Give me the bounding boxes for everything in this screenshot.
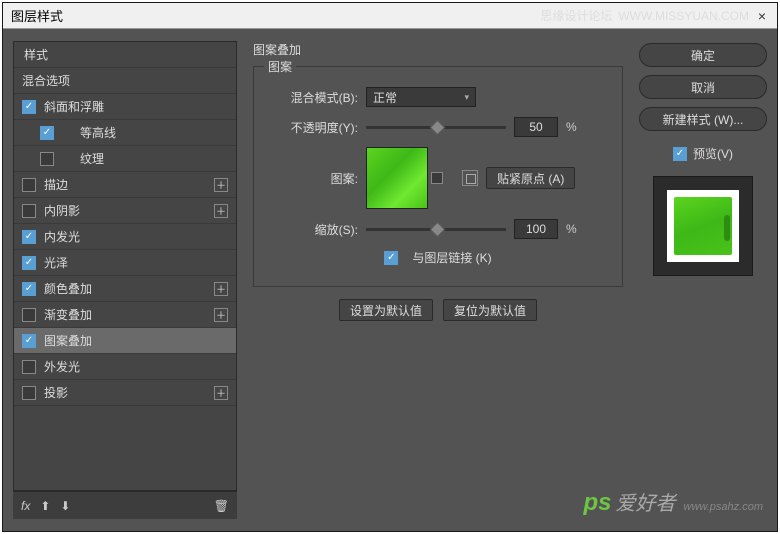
style-label: 颜色叠加 <box>44 280 214 297</box>
style-item-5[interactable]: ✓ 内发光 <box>14 224 236 250</box>
style-label: 描边 <box>44 176 214 193</box>
scale-unit: % <box>566 222 577 236</box>
style-label: 图案叠加 <box>44 332 228 349</box>
plus-icon[interactable]: ＋ <box>214 386 228 400</box>
style-checkbox[interactable] <box>22 308 36 322</box>
style-label: 内发光 <box>44 228 228 245</box>
scale-input[interactable]: 100 <box>514 219 558 239</box>
style-label: 光泽 <box>44 254 228 271</box>
style-item-2[interactable]: 纹理 <box>14 146 236 172</box>
opacity-input[interactable]: 50 <box>514 117 558 137</box>
set-default-button[interactable]: 设置为默认值 <box>339 299 433 321</box>
style-label: 纹理 <box>62 150 228 167</box>
preview-box <box>653 176 753 276</box>
style-checkbox[interactable]: ✓ <box>22 256 36 270</box>
blend-mode-label: 混合模式(B): <box>268 89 358 106</box>
fx-icon[interactable]: fx <box>21 499 30 513</box>
snap-origin-icon[interactable] <box>462 170 478 186</box>
style-item-9[interactable]: ✓ 图案叠加 <box>14 328 236 354</box>
style-item-11[interactable]: 投影＋ <box>14 380 236 406</box>
arrow-down-icon[interactable]: ⬇ <box>60 499 70 513</box>
preview-checkbox[interactable]: ✓ <box>673 147 687 161</box>
style-label: 内阴影 <box>44 202 214 219</box>
style-label: 等高线 <box>62 124 228 141</box>
styles-header: 样式 <box>14 42 236 68</box>
style-item-8[interactable]: 渐变叠加＋ <box>14 302 236 328</box>
style-item-7[interactable]: ✓ 颜色叠加＋ <box>14 276 236 302</box>
scale-label: 缩放(S): <box>268 221 358 238</box>
style-checkbox[interactable] <box>22 386 36 400</box>
style-label: 投影 <box>44 384 214 401</box>
style-checkbox[interactable] <box>40 152 54 166</box>
close-icon[interactable]: × <box>755 9 769 23</box>
style-item-6[interactable]: ✓ 光泽 <box>14 250 236 276</box>
scale-slider[interactable] <box>366 221 506 237</box>
snap-origin-button[interactable]: 贴紧原点 (A) <box>486 167 575 189</box>
ok-button[interactable]: 确定 <box>639 43 767 67</box>
opacity-unit: % <box>566 120 577 134</box>
style-checkbox[interactable]: ✓ <box>22 230 36 244</box>
reset-default-button[interactable]: 复位为默认值 <box>443 299 537 321</box>
style-checkbox[interactable] <box>22 360 36 374</box>
style-item-10[interactable]: 外发光 <box>14 354 236 380</box>
blend-mode-select[interactable]: 正常 ▾ <box>366 87 476 107</box>
plus-icon[interactable]: ＋ <box>214 308 228 322</box>
blend-options-label: 混合选项 <box>22 72 228 89</box>
style-item-4[interactable]: 内阴影＋ <box>14 198 236 224</box>
chevron-down-icon: ▾ <box>464 92 469 103</box>
style-label: 外发光 <box>44 358 228 375</box>
style-label: 斜面和浮雕 <box>44 98 228 115</box>
style-checkbox[interactable]: ✓ <box>22 100 36 114</box>
style-checkbox[interactable]: ✓ <box>40 126 54 140</box>
cancel-button[interactable]: 取消 <box>639 75 767 99</box>
arrow-up-icon[interactable]: ⬆ <box>40 499 50 513</box>
forum-text: 思缘设计论坛 <box>540 7 612 24</box>
plus-icon[interactable]: ＋ <box>214 178 228 192</box>
opacity-label: 不透明度(Y): <box>268 119 358 136</box>
style-item-3[interactable]: 描边＋ <box>14 172 236 198</box>
style-checkbox[interactable]: ✓ <box>22 282 36 296</box>
style-label: 渐变叠加 <box>44 306 214 323</box>
dialog-title: 图层样式 <box>11 6 63 25</box>
plus-icon[interactable]: ＋ <box>214 282 228 296</box>
pattern-swatch[interactable] <box>366 147 428 209</box>
trash-icon[interactable]: 🗑 <box>214 499 229 513</box>
style-checkbox[interactable]: ✓ <box>22 334 36 348</box>
fieldset-legend: 图案 <box>264 58 296 75</box>
link-layer-label: 与图层链接 (K) <box>412 249 491 266</box>
new-style-button[interactable]: 新建样式 (W)... <box>639 107 767 131</box>
style-item-1[interactable]: ✓ 等高线 <box>14 120 236 146</box>
link-layer-checkbox[interactable]: ✓ <box>384 251 398 265</box>
blend-mode-value: 正常 <box>373 89 397 106</box>
blend-options-row[interactable]: 混合选项 <box>14 68 236 94</box>
title-bar: 图层样式 思缘设计论坛 WWW.MISSYUAN.COM × <box>3 3 777 29</box>
preview-label: 预览(V) <box>693 145 733 162</box>
style-item-0[interactable]: ✓ 斜面和浮雕 <box>14 94 236 120</box>
plus-icon[interactable]: ＋ <box>214 204 228 218</box>
style-checkbox[interactable] <box>22 178 36 192</box>
opacity-slider[interactable] <box>366 119 506 135</box>
group-title: 图案叠加 <box>253 41 623 58</box>
style-checkbox[interactable] <box>22 204 36 218</box>
forum-url: WWW.MISSYUAN.COM <box>618 9 749 23</box>
pattern-label: 图案: <box>268 170 358 187</box>
